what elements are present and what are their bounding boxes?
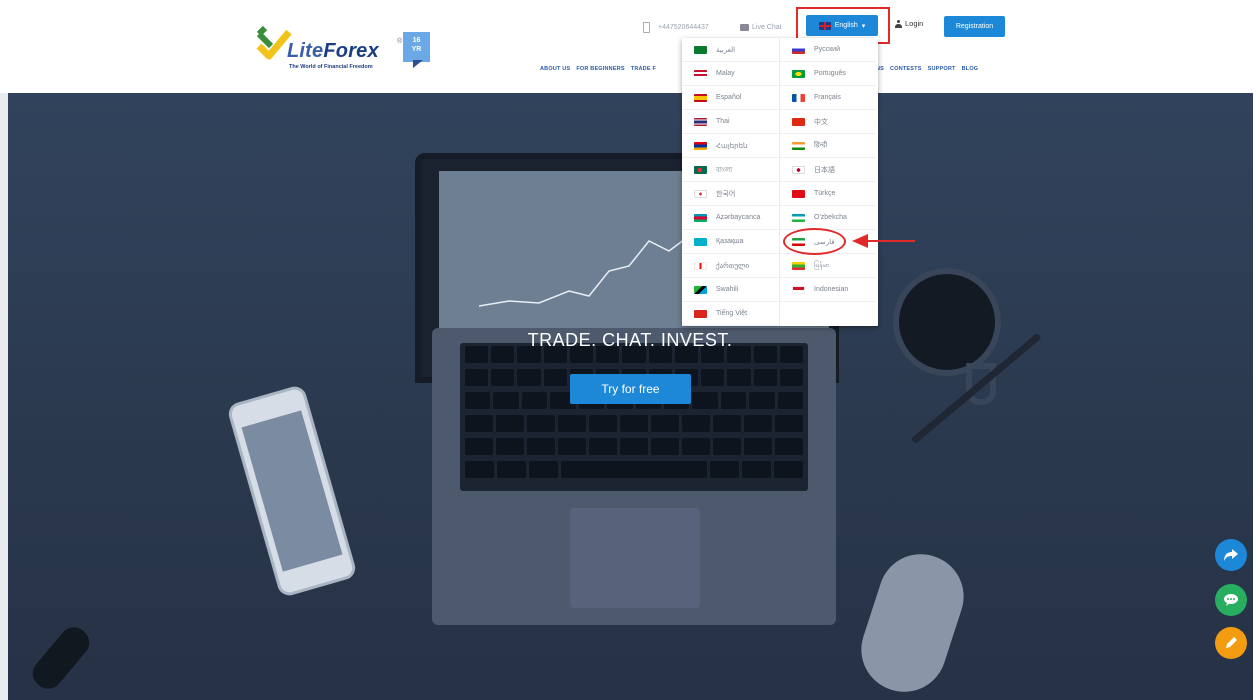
years-badge-ribbon [413,60,423,68]
flag-icon [694,141,707,150]
lang-option-russian[interactable]: Русский [780,38,876,62]
logo-registered-mark: ® [397,38,403,45]
persian-highlight-circle [783,228,846,255]
language-selector-button[interactable]: English ▾ [806,15,878,36]
lang-option-georgian[interactable]: ქართული [682,254,778,278]
user-icon [895,19,902,28]
flag-icon [792,141,805,150]
nav-contests[interactable]: CONTESTS [890,66,922,72]
nav-for-beginners[interactable]: FOR BEGINNERS [576,66,624,72]
flag-icon [792,93,805,102]
lang-option-kazakh[interactable]: Қазақша [682,230,778,254]
flag-icon [792,45,805,54]
registration-button[interactable]: Registration [944,16,1005,37]
lang-option-azerbaijani[interactable]: Azərbaycanca [682,206,778,230]
lang-option-spanish[interactable]: Español [682,86,778,110]
page-edge [0,93,8,700]
chat-icon [740,23,749,31]
annotation-arrow-line [868,240,915,242]
lang-option-burmese[interactable]: မြန်မာ [780,254,876,278]
lang-option-malay[interactable]: Malay [682,62,778,86]
chat-bubble-icon [1224,594,1238,606]
flag-icon [694,285,707,294]
lang-option-hindi[interactable]: हिन्दी [780,134,876,158]
hero-title: TRADE. CHAT. INVEST. [527,330,733,350]
lang-option-indonesian[interactable]: Indonesian [780,278,876,302]
lang-option-swahili[interactable]: Swahili [682,278,778,302]
lang-option-armenian[interactable]: Հայերեն [682,134,778,158]
uk-flag-icon [818,21,831,30]
flag-icon [694,189,707,198]
flag-icon [694,309,707,318]
annotation-arrow-head [852,234,868,248]
login-link[interactable]: Login [895,19,923,28]
laptop-keyboard-image [432,328,836,625]
flag-icon [694,261,707,270]
flag-icon [694,69,707,78]
nav-trade[interactable]: TRADE F [631,66,656,72]
trackpad-illustration [570,508,700,608]
flag-icon [694,93,707,102]
pencil-icon [1226,637,1237,648]
flag-icon [694,117,707,126]
phone-number: +447520644437 [658,23,709,31]
lang-option-bengali[interactable]: বাংলা [682,158,778,182]
try-for-free-button[interactable]: Try for free [570,374,691,404]
live-chat-label: Live Chat [752,23,782,31]
years-badge: 16 YR [403,32,430,62]
lang-option-arabic[interactable]: العربية [682,38,778,62]
flag-icon [792,285,805,294]
flag-icon [792,69,805,78]
flag-icon [792,261,805,270]
lang-option-japanese[interactable]: 日本語 [780,158,876,182]
flag-icon [694,165,707,174]
share-arrow-icon [1224,549,1238,561]
logo-wordmark: LiteForex [287,40,379,62]
logo-tagline: The World of Financial Freedom [289,64,373,70]
login-label: Login [905,19,924,28]
lang-option-thai[interactable]: Thai [682,110,778,134]
nav-about-us[interactable]: ABOUT US [540,66,570,72]
live-chat-link[interactable]: Live Chat [740,16,782,38]
main-nav-left: ABOUT US FOR BEGINNERS TRADE F [540,66,656,72]
nav-support[interactable]: SUPPORT [928,66,956,72]
nav-blog[interactable]: BLOG [962,66,979,72]
chevron-down-icon: ▾ [861,22,866,30]
language-selector-label: English [834,22,858,29]
liteforex-logo[interactable]: LiteForex ® The World of Financial Freed… [255,20,435,80]
main-nav-right: NS CONTESTS SUPPORT BLOG [876,66,978,72]
edit-button[interactable] [1215,627,1247,659]
chat-button[interactable] [1215,584,1247,616]
lang-option-uzbek[interactable]: O'zbekcha [780,206,876,230]
flag-icon [792,165,805,174]
lang-option-portuguese[interactable]: Português [780,62,876,86]
flag-icon [792,213,805,222]
language-dropdown: العربية Malay Español Thai Հայերեն বাংলা… [682,38,878,326]
flag-icon [694,45,707,54]
lang-option-korean[interactable]: 한국어 [682,182,778,206]
site-header: LiteForex ® The World of Financial Freed… [0,0,1260,93]
keyboard-illustration [460,343,808,491]
phone-contact[interactable]: +447520644437 [643,16,709,38]
lang-option-french[interactable]: Français [780,86,876,110]
lang-option-turkish[interactable]: Türkçe [780,182,876,206]
flag-icon [694,237,707,246]
flag-icon [792,117,805,126]
phone-icon [643,21,650,33]
lang-option-chinese[interactable]: 中文 [780,110,876,134]
lang-option-vietnamese[interactable]: Tiếng Việt [682,302,778,326]
flag-icon [694,213,707,222]
coffee-cup-image [893,268,1001,376]
flag-icon [792,189,805,198]
share-button[interactable] [1215,539,1247,571]
